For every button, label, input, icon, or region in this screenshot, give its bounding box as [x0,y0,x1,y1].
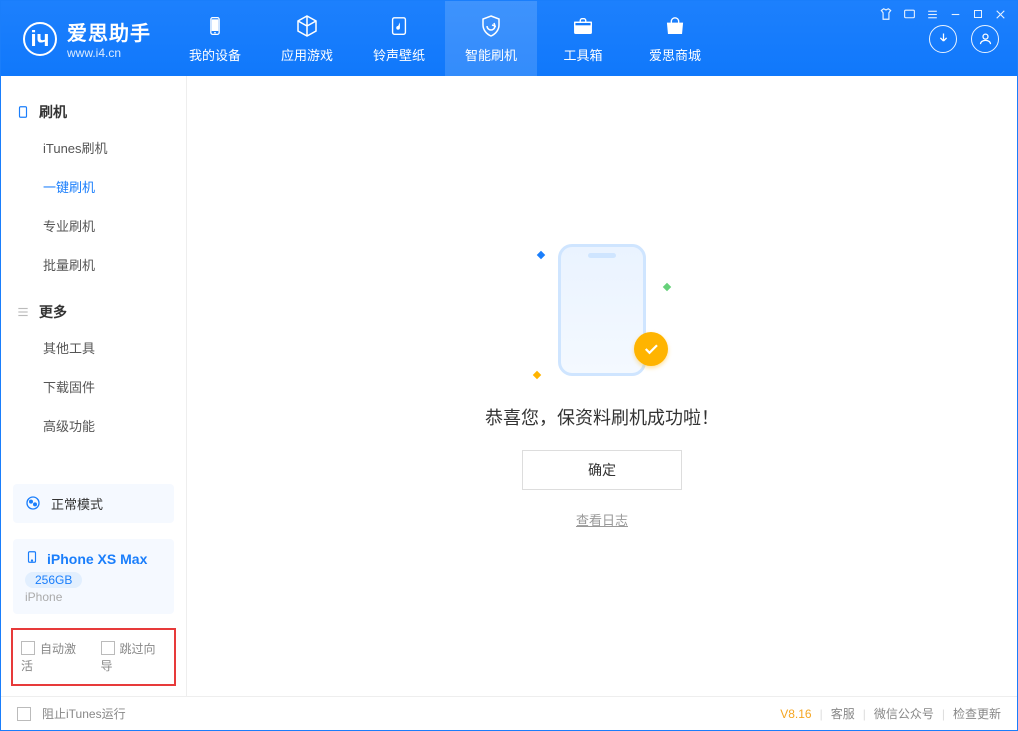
app-window: iч 爱思助手 www.i4.cn 我的设备 应用游戏 铃声壁纸 智能刷机 [0,0,1018,731]
tab-label: 智能刷机 [465,45,517,64]
cube-icon [294,13,320,39]
version-label: V8.16 [780,707,811,721]
tab-apps-games[interactable]: 应用游戏 [261,1,353,76]
tab-ringtones-wallpapers[interactable]: 铃声壁纸 [353,1,445,76]
device-card[interactable]: iPhone XS Max 256GB iPhone [13,539,174,614]
sidebar-group-title: 刷机 [1,96,186,128]
mode-label: 正常模式 [51,494,103,513]
device-type: iPhone [25,590,162,604]
tab-toolbox[interactable]: 工具箱 [537,1,629,76]
minimize-button[interactable] [949,8,962,24]
check-badge-icon [634,332,668,366]
tab-label: 工具箱 [563,45,602,64]
tab-store[interactable]: 爱思商城 [629,1,721,76]
support-link[interactable]: 客服 [831,705,855,722]
auto-activate-checkbox[interactable]: 自动激活 [21,640,87,674]
music-file-icon [386,13,412,39]
app-name: 爱思助手 [67,17,151,46]
device-icon [15,104,31,120]
phone-illustration-icon [558,244,646,376]
sidebar-item-advanced[interactable]: 高级功能 [1,406,186,445]
sidebar-bottom-options: 自动激活 跳过向导 [11,628,176,686]
menu-icon[interactable] [926,8,939,24]
download-button[interactable] [929,25,957,53]
block-itunes-checkbox[interactable]: 阻止iTunes运行 [17,705,126,722]
sidebar-group-more: 更多 其他工具 下载固件 高级功能 [1,288,186,449]
skip-wizard-checkbox[interactable]: 跳过向导 [101,640,167,674]
tshirt-icon[interactable] [879,7,893,24]
mode-card[interactable]: 正常模式 [13,484,174,523]
shield-refresh-icon [478,13,504,39]
phone-icon [202,13,228,39]
sidebar: 刷机 iTunes刷机 一键刷机 专业刷机 批量刷机 更多 其他工具 下载固件 … [1,76,187,696]
tab-label: 爱思商城 [649,45,701,64]
wechat-link[interactable]: 微信公众号 [874,705,934,722]
storage-badge: 256GB [25,572,82,588]
close-button[interactable] [994,8,1007,24]
view-log-link[interactable]: 查看日志 [576,510,628,529]
phone-icon [25,549,39,568]
sidebar-item-batch-flash[interactable]: 批量刷机 [1,245,186,284]
toolbox-icon [570,13,596,39]
main-content: 恭喜您，保资料刷机成功啦！ 确定 查看日志 [187,76,1017,696]
header: iч 爱思助手 www.i4.cn 我的设备 应用游戏 铃声壁纸 智能刷机 [1,1,1017,76]
success-illustration [542,244,662,384]
app-url: www.i4.cn [67,46,151,60]
tab-label: 铃声壁纸 [373,45,425,64]
ok-button[interactable]: 确定 [522,450,682,490]
list-icon [15,304,31,320]
check-update-link[interactable]: 检查更新 [953,705,1001,722]
sidebar-item-pro-flash[interactable]: 专业刷机 [1,206,186,245]
tab-label: 应用游戏 [281,45,333,64]
store-icon [662,13,688,39]
window-controls [879,7,1007,24]
feedback-icon[interactable] [903,8,916,24]
top-tabs: 我的设备 应用游戏 铃声壁纸 智能刷机 工具箱 爱思商城 [169,1,721,76]
sidebar-item-other-tools[interactable]: 其他工具 [1,328,186,367]
user-button[interactable] [971,25,999,53]
sidebar-item-oneclick-flash[interactable]: 一键刷机 [1,167,186,206]
tab-label: 我的设备 [189,45,241,64]
maximize-button[interactable] [972,8,984,23]
tab-my-device[interactable]: 我的设备 [169,1,261,76]
mode-icon [25,495,43,513]
logo-icon: iч [23,22,57,56]
sidebar-group-flash: 刷机 iTunes刷机 一键刷机 专业刷机 批量刷机 [1,88,186,288]
body: 刷机 iTunes刷机 一键刷机 专业刷机 批量刷机 更多 其他工具 下载固件 … [1,76,1017,696]
sidebar-item-download-firmware[interactable]: 下载固件 [1,367,186,406]
success-message: 恭喜您，保资料刷机成功啦！ [485,404,719,430]
sidebar-item-itunes-flash[interactable]: iTunes刷机 [1,128,186,167]
app-logo: iч 爱思助手 www.i4.cn [1,1,169,76]
statusbar: 阻止iTunes运行 V8.16 | 客服 | 微信公众号 | 检查更新 [1,696,1017,730]
device-name: iPhone XS Max [47,551,147,567]
sidebar-group-title: 更多 [1,296,186,328]
tab-smart-flash[interactable]: 智能刷机 [445,1,537,76]
